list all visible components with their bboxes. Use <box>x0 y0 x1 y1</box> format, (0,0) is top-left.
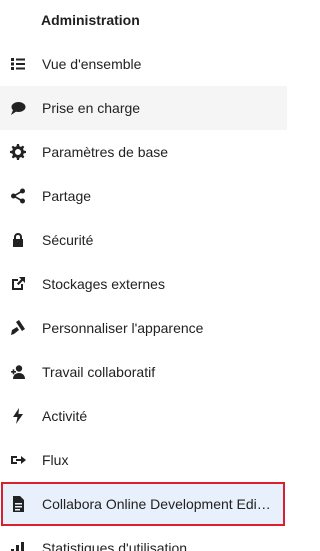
menu-item-label: Statistiques d'utilisation <box>42 540 188 551</box>
users-icon <box>10 364 26 380</box>
admin-menu: Vue d'ensemble Prise en charge Paramètre… <box>0 42 287 551</box>
list-icon <box>10 56 26 72</box>
external-link-icon <box>10 276 26 292</box>
lightning-icon <box>10 408 26 424</box>
menu-item-label: Vue d'ensemble <box>42 56 142 72</box>
menu-item-flow[interactable]: Flux <box>0 438 287 482</box>
menu-item-collabora-online[interactable]: Collabora Online Development Edition <box>1 482 285 526</box>
menu-item-label: Activité <box>42 408 88 424</box>
flow-icon <box>10 452 26 468</box>
menu-item-overview[interactable]: Vue d'ensemble <box>0 42 287 86</box>
menu-item-usage-statistics[interactable]: Statistiques d'utilisation <box>0 526 287 551</box>
section-title: Administration <box>41 12 140 28</box>
menu-item-label: Collabora Online Development Edition <box>42 496 273 512</box>
menu-item-activity[interactable]: Activité <box>0 394 287 438</box>
brush-icon <box>10 320 26 336</box>
menu-item-label: Sécurité <box>42 232 94 248</box>
menu-item-label: Prise en charge <box>42 100 141 116</box>
menu-item-sharing[interactable]: Partage <box>0 174 287 218</box>
menu-item-label: Partage <box>42 188 92 204</box>
menu-item-label: Paramètres de base <box>42 144 169 160</box>
menu-item-security[interactable]: Sécurité <box>0 218 287 262</box>
menu-item-external-storage[interactable]: Stockages externes <box>0 262 287 306</box>
menu-item-label: Travail collaboratif <box>42 364 156 380</box>
share-icon <box>10 188 26 204</box>
menu-item-label: Flux <box>42 452 69 468</box>
menu-item-label: Stockages externes <box>42 276 165 292</box>
menu-item-groupware[interactable]: Travail collaboratif <box>0 350 287 394</box>
menu-item-label: Personnaliser l'apparence <box>42 320 204 336</box>
gear-icon <box>10 144 26 160</box>
speech-bubble-icon <box>10 100 26 116</box>
document-icon <box>10 496 26 512</box>
menu-item-basic-settings[interactable]: Paramètres de base <box>0 130 287 174</box>
admin-navigation-panel: Administration Vue d'ensemble Prise en c… <box>0 0 287 551</box>
lock-icon <box>10 232 26 248</box>
menu-item-support[interactable]: Prise en charge <box>0 86 287 130</box>
chart-icon <box>10 540 26 551</box>
menu-item-theming[interactable]: Personnaliser l'apparence <box>0 306 287 350</box>
